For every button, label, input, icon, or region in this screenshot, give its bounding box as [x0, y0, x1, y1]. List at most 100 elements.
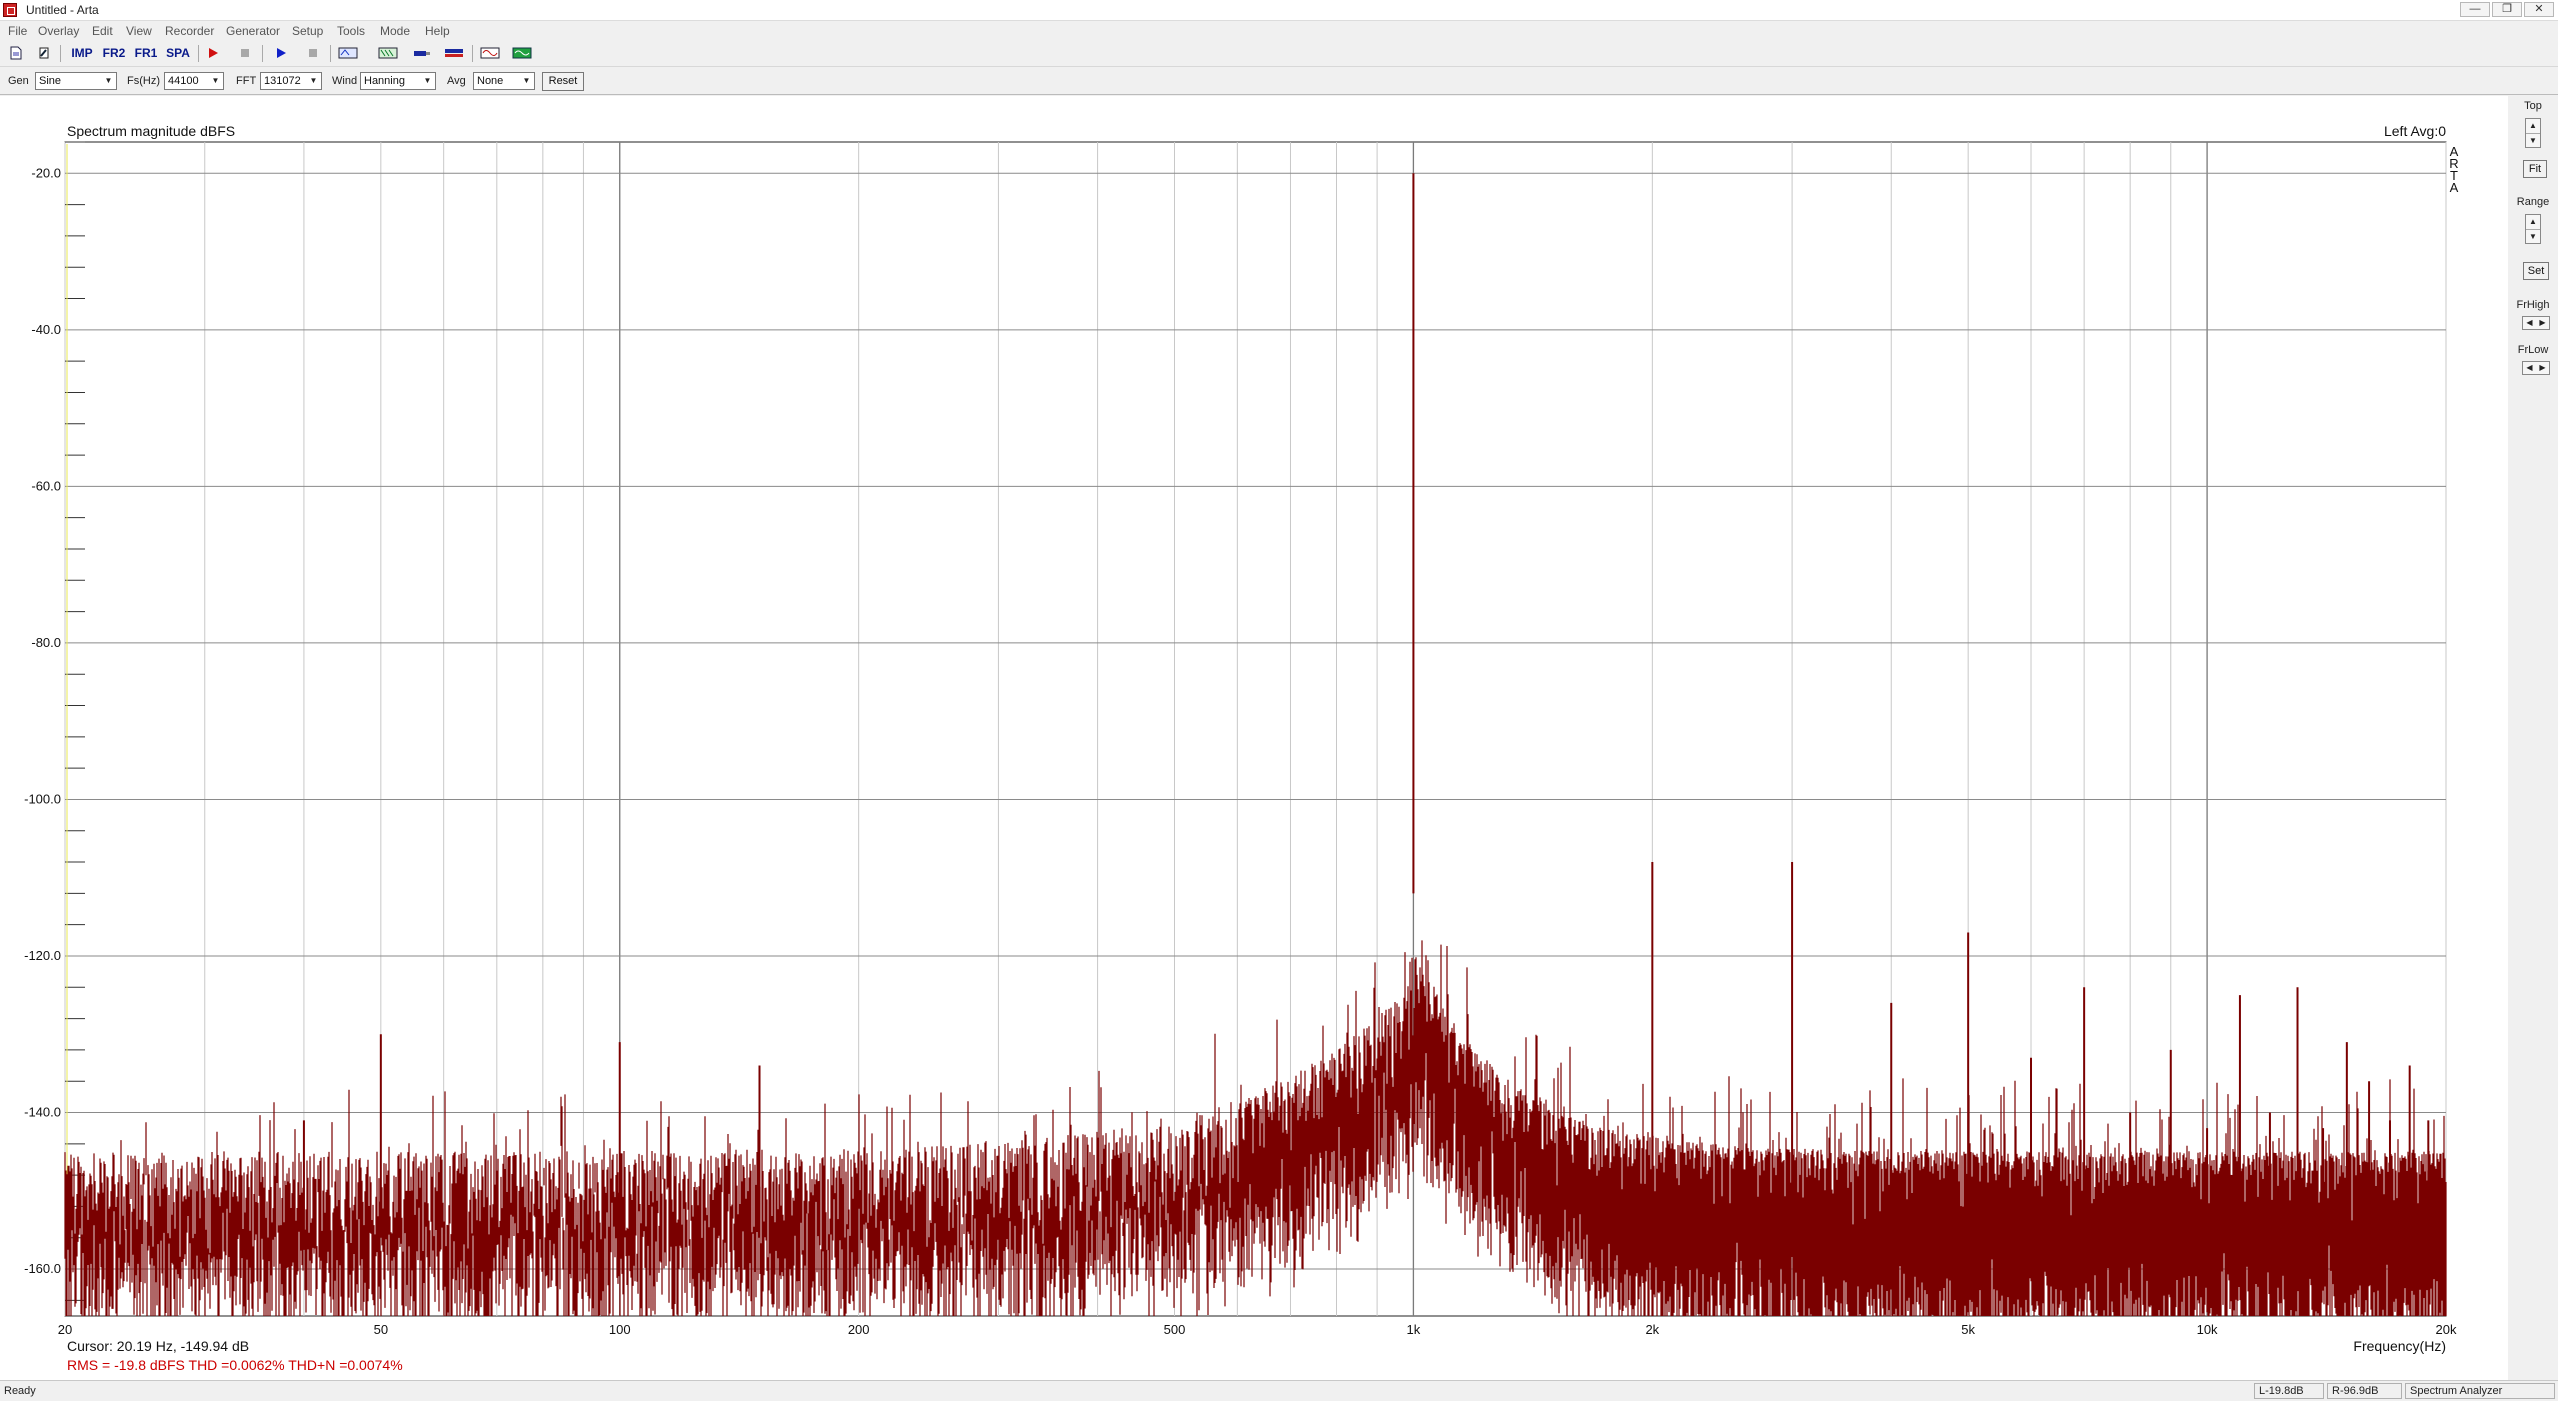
- arrow-left-icon[interactable]: ◀: [2523, 362, 2536, 374]
- x-axis-label: Frequency(Hz): [2353, 1338, 2446, 1354]
- status-mode: Spectrum Analyzer: [2405, 1383, 2555, 1399]
- y-tick-label: -160.0: [24, 1261, 61, 1276]
- frlow-label: FrLow: [2517, 344, 2549, 356]
- top-spinner[interactable]: ▲ ▼: [2525, 118, 2541, 148]
- spa-mode-button[interactable]: SPA: [164, 44, 192, 63]
- arta-watermark-letter: A: [2450, 180, 2459, 195]
- x-tick-label: 5k: [1961, 1322, 1975, 1337]
- fft-label: FFT: [236, 75, 257, 87]
- chevron-down-icon: ▼: [309, 76, 318, 85]
- chevron-down-icon: ▼: [423, 76, 432, 85]
- fit-button[interactable]: Fit: [2523, 160, 2547, 178]
- x-tick-label: 100: [609, 1322, 631, 1337]
- spectrum-chart[interactable]: -20.0 -40.0 -60.0 -80.0 -100.0 -120.0 -140.0 -1…: [0, 96, 2508, 1380]
- menu-view[interactable]: View: [126, 24, 152, 38]
- title-bar: Untitled - Arta — ❐ ✕: [0, 0, 2558, 21]
- chevron-down-icon: ▼: [104, 76, 113, 85]
- y-tick-label: -40.0: [31, 322, 61, 337]
- menu-tools[interactable]: Tools: [337, 24, 365, 38]
- window-label: Wind: [332, 75, 358, 87]
- toolbar: IMP FR2 FR1 SPA: [0, 42, 2558, 67]
- arrow-up-icon[interactable]: ▲: [2526, 119, 2540, 133]
- sample-rate-select[interactable]: 44100 ▼: [164, 72, 224, 90]
- thd-stats-readout: RMS = -19.8 dBFS THD =0.0062% THD+N =0.0…: [67, 1357, 403, 1373]
- arrow-right-icon[interactable]: ▶: [2536, 317, 2549, 329]
- window-title: Untitled - Arta: [26, 3, 99, 17]
- stop-icon[interactable]: [236, 44, 254, 63]
- arrow-left-icon[interactable]: ◀: [2523, 317, 2536, 329]
- arta-app-icon: [3, 3, 17, 17]
- x-tick-label: 200: [848, 1322, 870, 1337]
- menu-setup[interactable]: Setup: [292, 24, 323, 38]
- chart-title: Spectrum magnitude dBFS: [67, 123, 235, 139]
- y-tick-label: -20.0: [31, 165, 61, 180]
- set-button[interactable]: Set: [2523, 262, 2549, 280]
- channel-info: Left Avg:0: [2384, 123, 2446, 139]
- x-tick-label: 50: [374, 1322, 388, 1337]
- status-left-level: L-19.8dB: [2254, 1383, 2324, 1399]
- open-icon[interactable]: [34, 44, 54, 63]
- status-bar: Ready L-19.8dB R-96.9dB Spectrum Analyze…: [0, 1380, 2558, 1401]
- arrow-down-icon[interactable]: ▼: [2526, 133, 2540, 148]
- rec-settings-icon[interactable]: [336, 44, 360, 63]
- scope-icon[interactable]: [510, 44, 534, 63]
- play-icon[interactable]: [272, 44, 290, 63]
- y-tick-label: -140.0: [24, 1105, 61, 1120]
- x-tick-label: 2k: [1645, 1322, 1659, 1337]
- menu-file[interactable]: File: [8, 24, 27, 38]
- status-right-level: R-96.9dB: [2327, 1383, 2402, 1399]
- frhigh-spinner[interactable]: ◀ ▶: [2522, 316, 2550, 330]
- level-meter-icon[interactable]: [442, 44, 466, 63]
- gen-label: Gen: [8, 75, 29, 87]
- close-button[interactable]: ✕: [2524, 2, 2554, 17]
- menu-bar: File Overlay Edit View Recorder Generato…: [0, 21, 2558, 41]
- arrow-down-icon[interactable]: ▼: [2526, 229, 2540, 244]
- frhigh-label: FrHigh: [2516, 299, 2550, 311]
- impulse-mode-button[interactable]: IMP: [68, 44, 96, 63]
- y-tick-label: -80.0: [31, 635, 61, 650]
- spectrum-plot-pane: -20.0 -40.0 -60.0 -80.0 -100.0 -120.0 -140.0 -1…: [0, 96, 2508, 1380]
- range-label: Range: [2516, 196, 2550, 208]
- generator-icon[interactable]: [478, 44, 502, 63]
- menu-help[interactable]: Help: [425, 24, 450, 38]
- minimize-button[interactable]: —: [2460, 2, 2490, 17]
- y-tick-label: -120.0: [24, 948, 61, 963]
- menu-overlay[interactable]: Overlay: [38, 24, 79, 38]
- x-tick-label: 500: [1164, 1322, 1186, 1337]
- arrow-up-icon[interactable]: ▲: [2526, 215, 2540, 229]
- fr1-mode-button[interactable]: FR1: [132, 44, 160, 63]
- menu-recorder[interactable]: Recorder: [165, 24, 214, 38]
- x-tick-label: 1k: [1407, 1322, 1421, 1337]
- generator-select[interactable]: Sine ▼: [35, 72, 117, 90]
- stop2-icon[interactable]: [304, 44, 322, 63]
- window-function-select[interactable]: Hanning ▼: [360, 72, 436, 90]
- arrow-right-icon[interactable]: ▶: [2536, 362, 2549, 374]
- maximize-button[interactable]: ❐: [2492, 2, 2522, 17]
- y-tick-label: -100.0: [24, 791, 61, 806]
- chevron-down-icon: ▼: [211, 76, 220, 85]
- menu-edit[interactable]: Edit: [92, 24, 113, 38]
- frlow-spinner[interactable]: ◀ ▶: [2522, 361, 2550, 375]
- fft-size-select[interactable]: 131072 ▼: [260, 72, 322, 90]
- scale-control-panel: Top ▲ ▼ Fit Range ▲ ▼ Set FrHigh ◀ ▶ FrLow …: [2508, 96, 2558, 1380]
- menu-mode[interactable]: Mode: [380, 24, 410, 38]
- analyzer-settings-bar: Gen Sine ▼ Fs(Hz) 44100 ▼ FFT 131072 ▼ Wind…: [0, 68, 2558, 95]
- range-spinner[interactable]: ▲ ▼: [2525, 214, 2541, 244]
- reset-button[interactable]: Reset: [542, 72, 584, 91]
- fr2-mode-button[interactable]: FR2: [100, 44, 128, 63]
- probe-icon[interactable]: [410, 44, 434, 63]
- analyzer-icon[interactable]: [376, 44, 400, 63]
- averaging-select[interactable]: None ▼: [473, 72, 535, 90]
- cursor-readout: Cursor: 20.19 Hz, -149.94 dB: [67, 1338, 249, 1354]
- avg-label: Avg: [447, 75, 466, 87]
- chevron-down-icon: ▼: [522, 76, 531, 85]
- menu-generator[interactable]: Generator: [226, 24, 280, 38]
- fs-label: Fs(Hz): [127, 75, 160, 87]
- new-document-icon[interactable]: [6, 44, 26, 63]
- top-label: Top: [2524, 100, 2542, 112]
- status-ready: Ready: [4, 1385, 36, 1397]
- x-tick-label: 10k: [2197, 1322, 2218, 1337]
- x-tick-label: 20k: [2436, 1322, 2457, 1337]
- record-icon[interactable]: [204, 44, 222, 63]
- y-tick-label: -60.0: [31, 478, 61, 493]
